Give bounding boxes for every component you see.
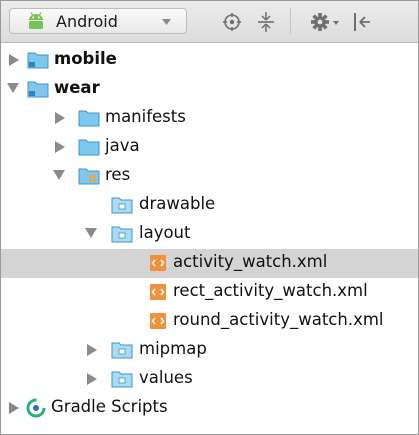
collapse-all-icon[interactable] [256,11,276,33]
tree-item-label: rect_activity_watch.xml [173,281,368,300]
tree-item-layout[interactable]: layout [1,220,418,249]
module-folder-icon [27,52,49,69]
chevron-down-icon [162,19,171,25]
tree-item-activity-watch-xml[interactable]: activity_watch.xml [1,249,418,278]
chevron-right-icon[interactable] [87,344,98,356]
tree-item-label: mobile [54,49,117,68]
toolbar-separator [290,8,291,34]
tree-item-mobile[interactable]: mobile [1,46,418,75]
tree-item-rect-activity-watch-xml[interactable]: rect_activity_watch.xml [1,278,418,307]
folder-icon [78,139,100,156]
tree-item-label: drawable [139,194,216,213]
project-toolbar: Android [1,1,418,43]
xml-layout-file-icon [150,255,166,271]
module-folder-icon [27,81,49,98]
chevron-down-icon[interactable] [53,170,65,181]
chevron-right-icon[interactable] [9,54,20,66]
chevron-right-icon[interactable] [55,112,66,124]
folder-icon [111,226,133,243]
gradle-icon [26,398,46,418]
folder-icon [78,110,100,127]
folder-icon [111,342,133,359]
view-selector-dropdown[interactable]: Android [9,8,187,34]
tree-item-manifests[interactable]: manifests [1,104,418,133]
tree-item-gradle-scripts[interactable]: Gradle Scripts [1,394,418,423]
tree-item-label: java [105,136,140,155]
tree-item-label: values [139,368,193,387]
tree-item-label: wear [54,78,100,97]
xml-layout-file-icon [150,313,166,329]
folder-icon [111,371,133,388]
tree-item-label: activity_watch.xml [173,252,328,271]
chevron-right-icon[interactable] [87,373,98,385]
hide-panel-icon[interactable] [352,11,372,33]
chevron-down-icon[interactable] [7,83,19,94]
tree-item-drawable[interactable]: drawable [1,191,418,220]
tree-item-values[interactable]: values [1,365,418,394]
chevron-right-icon[interactable] [9,402,20,414]
view-selector-label: Android [56,12,118,31]
tree-item-label: Gradle Scripts [51,397,168,416]
tree-item-round-activity-watch-xml[interactable]: round_activity_watch.xml [1,307,418,336]
resource-folder-icon [78,168,100,185]
tree-item-res[interactable]: res [1,162,418,191]
tree-item-label: layout [139,223,191,242]
tree-item-java[interactable]: java [1,133,418,162]
chevron-right-icon[interactable] [55,141,66,153]
android-robot-icon [29,12,43,29]
tree-item-label: round_activity_watch.xml [173,310,384,329]
tree-item-label: mipmap [139,339,207,358]
project-tool-window: Android mobile wear manifests java res d… [0,0,419,435]
tree-item-label: res [105,165,131,184]
tree-item-label: manifests [105,107,186,126]
tree-item-mipmap[interactable]: mipmap [1,336,418,365]
gear-icon[interactable] [309,11,343,33]
chevron-down-icon[interactable] [85,228,97,239]
target-icon[interactable] [222,12,242,32]
tree-item-wear[interactable]: wear [1,75,418,104]
xml-layout-file-icon [150,284,166,300]
folder-icon [111,197,133,214]
